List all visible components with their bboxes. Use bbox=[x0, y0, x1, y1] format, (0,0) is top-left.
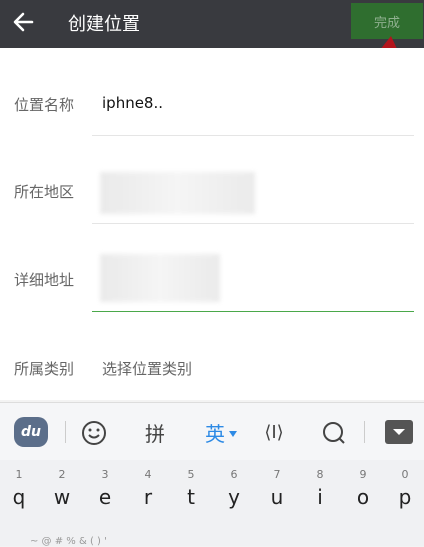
key-t[interactable]: 5t bbox=[172, 460, 210, 520]
region-row[interactable]: 所在地区 bbox=[0, 136, 424, 224]
location-name-input[interactable]: iphne8.. bbox=[102, 94, 163, 112]
search-icon[interactable] bbox=[320, 419, 348, 447]
key-number: 8 bbox=[316, 468, 324, 481]
address-value-blurred[interactable] bbox=[100, 254, 220, 302]
key-p[interactable]: 0p bbox=[386, 460, 424, 520]
address-row[interactable]: 详细地址 bbox=[0, 224, 424, 312]
hide-keyboard-icon[interactable] bbox=[384, 419, 414, 445]
key-letter: i bbox=[317, 485, 323, 509]
key-number: 2 bbox=[58, 468, 66, 481]
dropdown-caret-icon bbox=[229, 431, 237, 437]
key-i[interactable]: 8i bbox=[301, 460, 339, 520]
keyboard-keys: 1q 2w 3e 4r 5t 6y 7u 8i 9o 0p ~ @ # % & … bbox=[0, 460, 424, 547]
key-number: 6 bbox=[230, 468, 238, 481]
keyboard-toolbar: du 拼 英 ⟨I⟩ bbox=[0, 402, 424, 461]
key-letter: r bbox=[143, 485, 153, 509]
keyboard-logo-icon[interactable]: du bbox=[14, 417, 48, 447]
key-letter: e bbox=[98, 485, 112, 509]
key-letter: y bbox=[228, 485, 240, 509]
pinyin-mode-button[interactable]: 拼 bbox=[140, 417, 170, 447]
key-number: 1 bbox=[15, 468, 23, 481]
key-number: 9 bbox=[359, 468, 367, 481]
emoji-icon[interactable] bbox=[80, 419, 108, 447]
location-name-label: 位置名称 bbox=[14, 96, 75, 114]
category-label: 所属类别 bbox=[14, 360, 75, 378]
region-value-blurred[interactable] bbox=[100, 172, 255, 214]
toolbar-separator bbox=[364, 421, 365, 443]
key-y[interactable]: 6y bbox=[215, 460, 253, 520]
key-u[interactable]: 7u bbox=[258, 460, 296, 520]
key-letter: q bbox=[12, 485, 26, 509]
location-form: 位置名称 iphne8.. 所在地区 详细地址 所属类别 选择位置类别 bbox=[0, 48, 424, 400]
key-number: 5 bbox=[187, 468, 195, 481]
key-letter: u bbox=[270, 485, 284, 509]
key-letter: o bbox=[356, 485, 370, 509]
key-r[interactable]: 4r bbox=[129, 460, 167, 520]
key-number: 4 bbox=[144, 468, 152, 481]
key-number: 7 bbox=[273, 468, 281, 481]
key-w[interactable]: 2w bbox=[43, 460, 81, 520]
key-number: 0 bbox=[401, 468, 409, 481]
key-number: 3 bbox=[101, 468, 109, 481]
address-label: 详细地址 bbox=[14, 271, 75, 289]
english-mode-button[interactable]: 英 bbox=[200, 417, 230, 447]
key-q[interactable]: 1q bbox=[0, 460, 38, 520]
key-letter: p bbox=[398, 485, 412, 509]
key-o[interactable]: 9o bbox=[344, 460, 382, 520]
key-letter: t bbox=[187, 485, 195, 509]
region-label: 所在地区 bbox=[14, 183, 75, 201]
back-arrow-icon[interactable] bbox=[10, 8, 38, 36]
toolbar-separator bbox=[65, 421, 66, 443]
cursor-move-button[interactable]: ⟨I⟩ bbox=[258, 417, 290, 447]
symbol-row-hint: ~ @ # % & ( ) ' bbox=[30, 536, 107, 547]
key-e[interactable]: 3e bbox=[86, 460, 124, 520]
category-row[interactable]: 所属类别 选择位置类别 bbox=[0, 312, 424, 400]
page-title: 创建位置 bbox=[68, 14, 140, 35]
location-name-row[interactable]: 位置名称 iphne8.. bbox=[0, 48, 424, 136]
key-letter: w bbox=[53, 485, 71, 509]
category-select[interactable]: 选择位置类别 bbox=[102, 358, 192, 379]
